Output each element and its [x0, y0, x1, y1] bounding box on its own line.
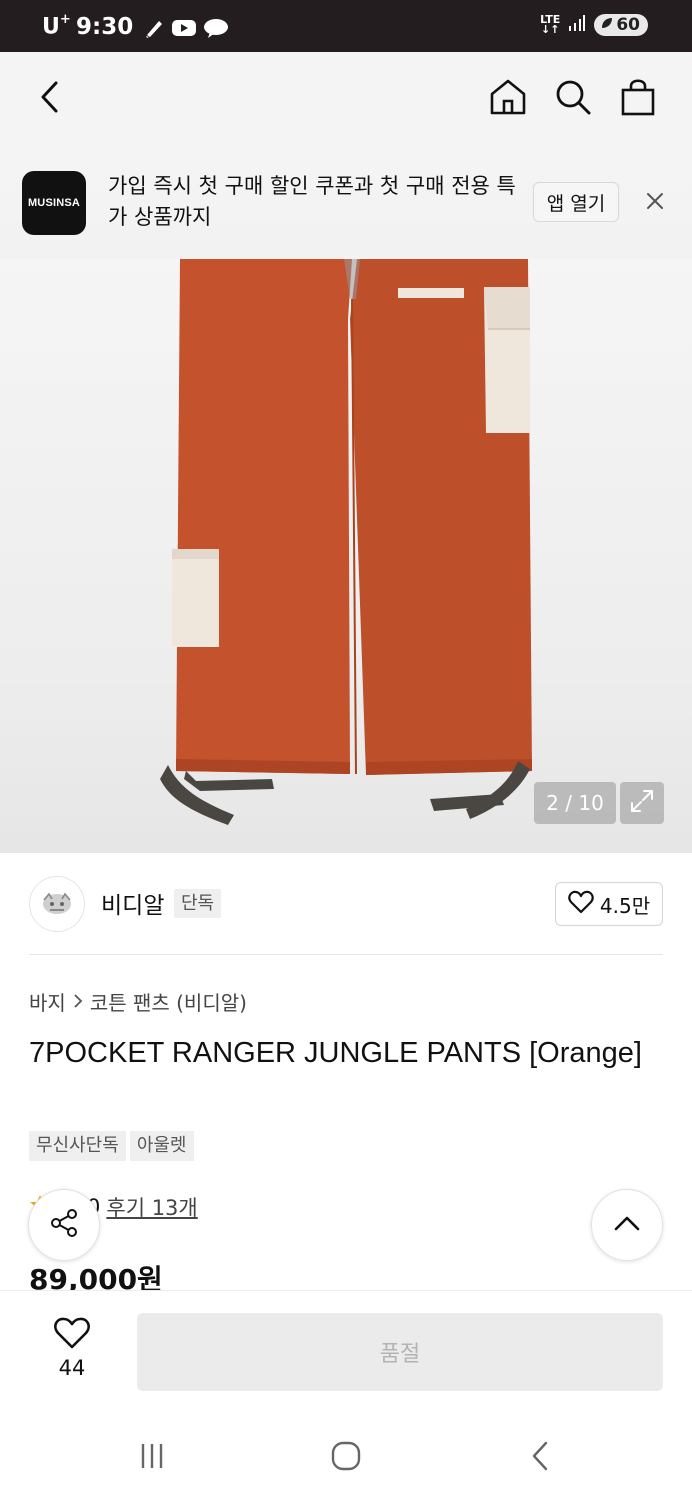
home-button[interactable] [486, 77, 530, 121]
carrier-label: U+ [42, 12, 71, 40]
product-tag: 무신사단독 [29, 1131, 126, 1161]
wishlist-button[interactable]: 44 [36, 1316, 108, 1380]
brand-like-count: 4.5만 [599, 893, 651, 918]
system-indicators: LTE ↓↑ 60 [540, 14, 648, 36]
product-photo [160, 259, 532, 825]
chevron-up-icon [613, 1214, 641, 1236]
product-image-gallery[interactable] [0, 259, 692, 853]
chevron-right-icon [72, 990, 84, 1014]
back-chevron-icon [528, 1440, 552, 1476]
scroll-to-top-button[interactable] [591, 1189, 663, 1261]
brand-name[interactable]: 비디알 [101, 886, 164, 920]
cart-button[interactable] [616, 77, 660, 121]
breadcrumb-category[interactable]: 바지 [29, 987, 66, 1016]
clock: 9:30 [76, 14, 134, 40]
breadcrumb-subcategory[interactable]: 코튼 팬츠 (비디알) [90, 987, 247, 1016]
home-circle-icon [330, 1440, 362, 1476]
system-navigation-bar [0, 1412, 692, 1500]
musinsa-logo: MUSINSA [22, 171, 86, 235]
search-icon [554, 78, 592, 120]
open-app-button[interactable]: 앱 열기 [533, 182, 619, 222]
review-link[interactable]: 후기 13개 [106, 1192, 197, 1222]
battery-leaf-icon [600, 15, 614, 35]
home-nav-button[interactable] [324, 1436, 368, 1480]
home-icon [488, 77, 528, 121]
signal-icon [568, 14, 586, 36]
heart-icon [53, 1317, 91, 1354]
sold-out-button[interactable]: 품절 [137, 1313, 663, 1391]
product-tags: 무신사단독 아울렛 [29, 1131, 194, 1161]
notification-icons [143, 17, 229, 43]
brand-like-button[interactable]: 4.5만 [555, 882, 663, 926]
product-title: 7POCKET RANGER JUNGLE PANTS [Orange] [29, 1037, 642, 1069]
recent-apps-icon [137, 1441, 167, 1475]
banner-message: 가입 즉시 첫 구매 할인 쿠폰과 첫 구매 전용 특가 상품까지 [108, 174, 516, 229]
share-icon [48, 1207, 80, 1243]
share-button[interactable] [28, 1189, 100, 1261]
close-banner-button[interactable] [640, 188, 670, 218]
recent-apps-button[interactable] [130, 1436, 174, 1480]
product-tag: 아울렛 [129, 1131, 194, 1161]
back-button[interactable] [28, 77, 72, 121]
status-bar: U+ 9:30 LTE ↓↑ 60 [0, 0, 692, 52]
expand-image-button[interactable] [620, 782, 664, 824]
battery-indicator: 60 [594, 14, 648, 36]
sketch-app-icon [143, 17, 165, 43]
section-divider [29, 954, 663, 955]
exclusive-badge: 단독 [174, 889, 222, 918]
brand-emblem-icon [43, 892, 71, 914]
heart-icon [568, 890, 594, 919]
search-button[interactable] [551, 77, 595, 121]
close-icon [645, 191, 665, 215]
shopping-bag-icon [620, 77, 656, 121]
network-indicator: LTE ↓↑ [540, 13, 561, 36]
breadcrumb: 바지 코튼 팬츠 (비디알) [29, 987, 247, 1016]
back-arrow-icon [38, 80, 62, 118]
system-back-button[interactable] [518, 1436, 562, 1480]
brand-logo[interactable] [29, 876, 85, 932]
top-navigation [0, 52, 692, 146]
image-counter: 2 / 10 [534, 782, 616, 824]
wishlist-count: 44 [58, 1356, 86, 1380]
youtube-icon [171, 18, 197, 42]
chat-bubble-icon [203, 17, 229, 43]
expand-icon [629, 788, 655, 818]
